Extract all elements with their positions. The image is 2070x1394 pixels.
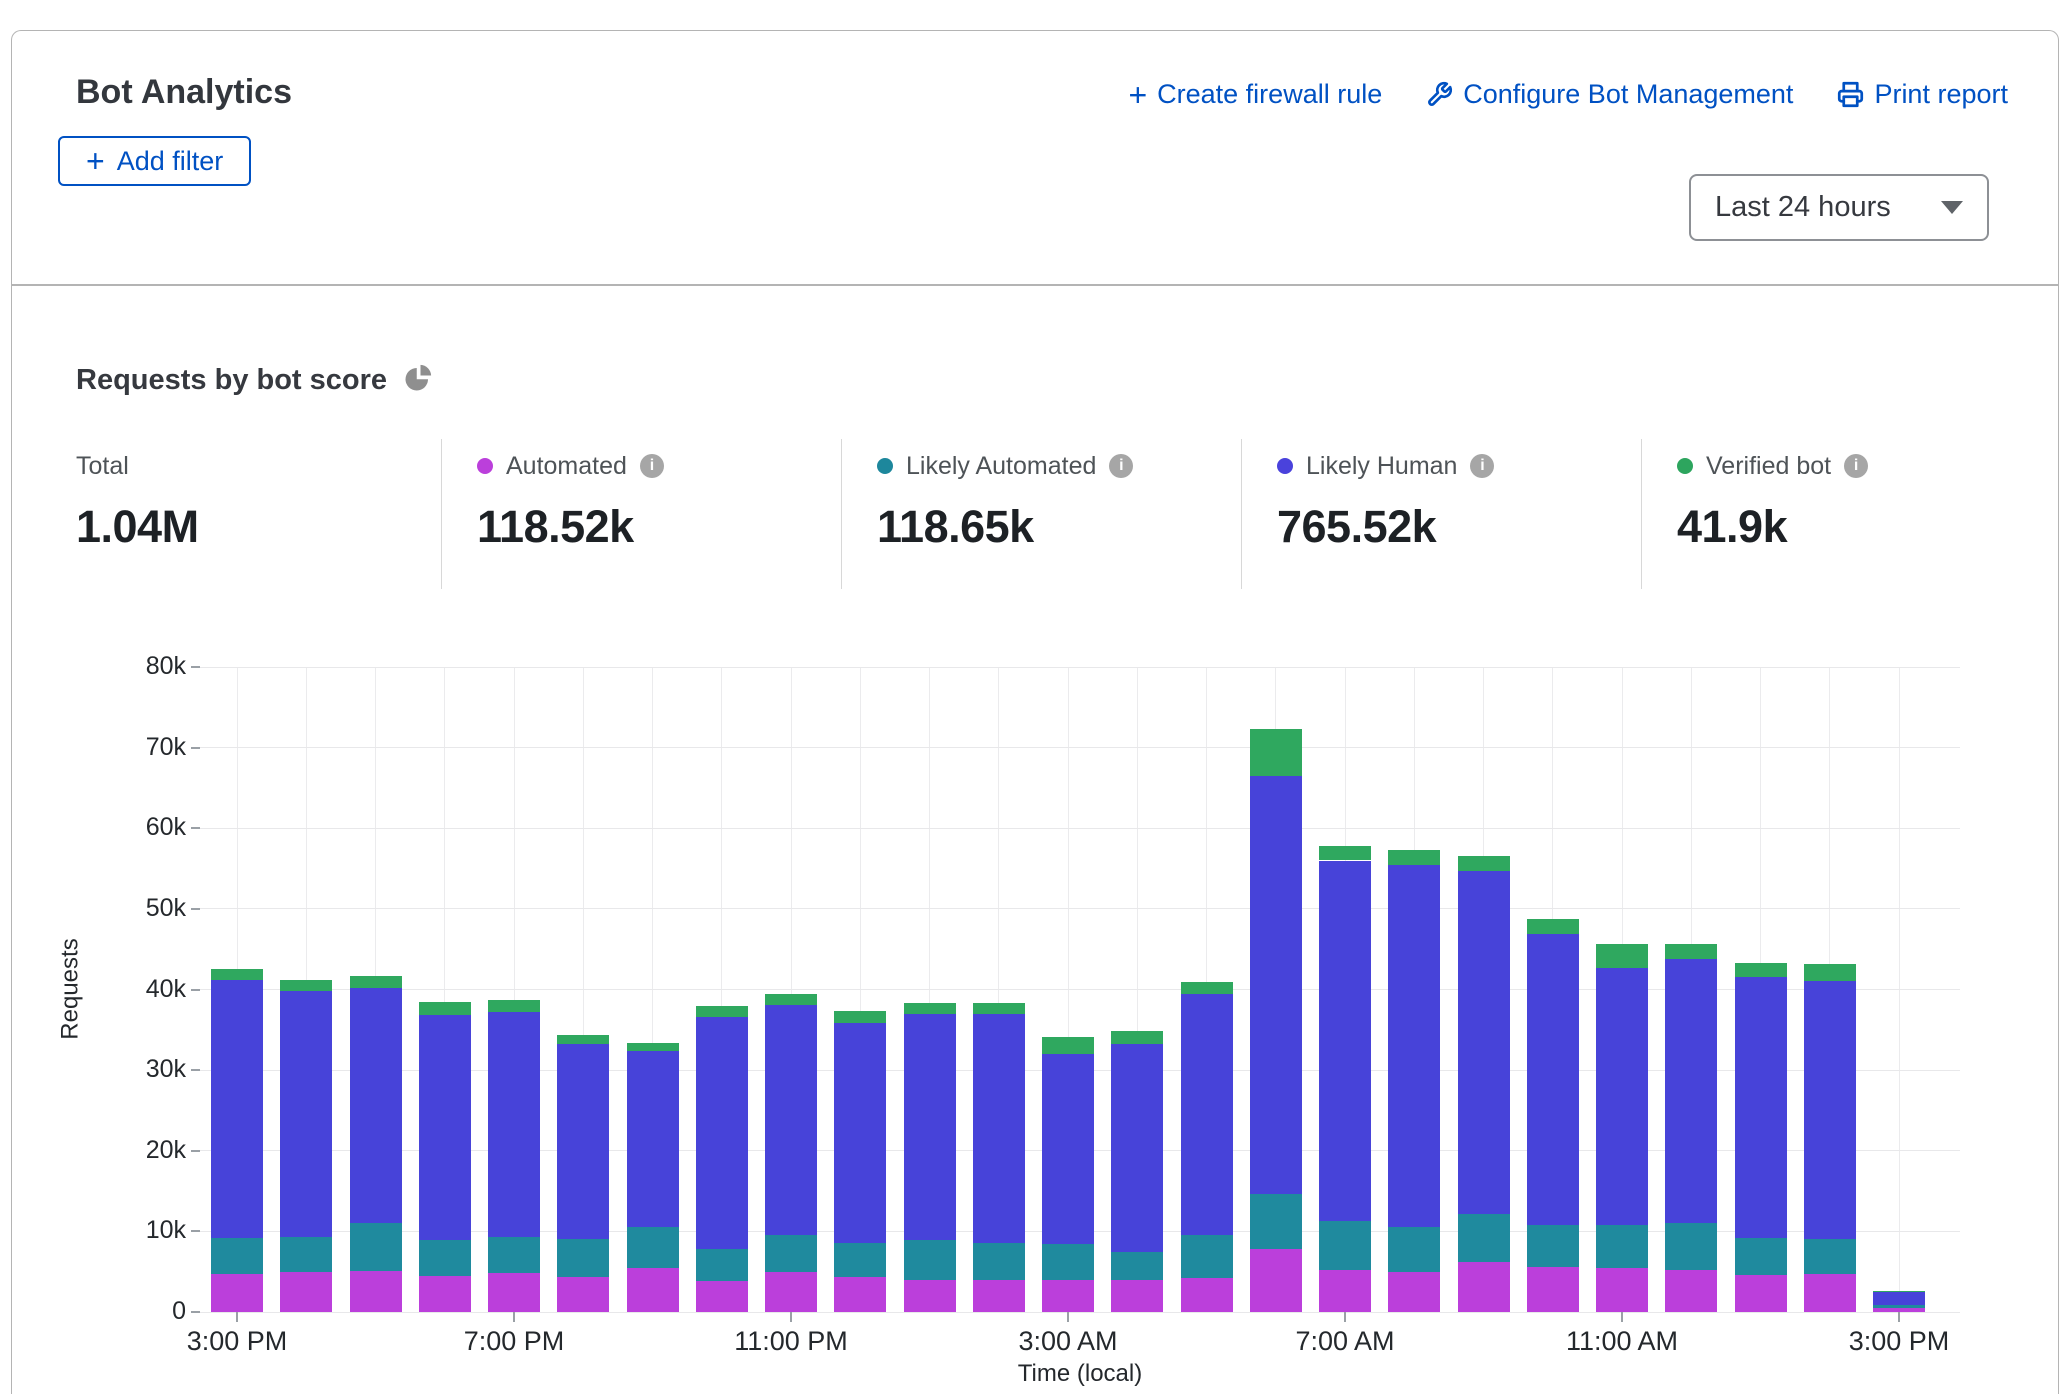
stat-verified-bot-label: Verified bot: [1706, 452, 1831, 481]
configure-bot-management-label: Configure Bot Management: [1463, 79, 1793, 110]
header-divider: [12, 284, 2058, 286]
chevron-down-icon: [1941, 201, 1963, 214]
plus-icon: +: [86, 148, 105, 174]
add-filter-label: Add filter: [117, 146, 224, 177]
create-firewall-rule-label: Create firewall rule: [1157, 79, 1382, 110]
likely-human-legend-dot: [1277, 458, 1293, 474]
print-report-label: Print report: [1874, 79, 2008, 110]
print-report-link[interactable]: Print report: [1837, 79, 2008, 110]
time-range-value: Last 24 hours: [1715, 191, 1891, 224]
time-range-select[interactable]: Last 24 hours: [1689, 174, 1989, 241]
analytics-card: Bot Analytics + Create firewall rule Con…: [11, 30, 2059, 1394]
wrench-icon: [1426, 81, 1453, 108]
stat-automated-label: Automated: [506, 452, 627, 481]
section-title-row: Requests by bot score: [76, 363, 433, 398]
stat-verified-bot[interactable]: Verified bot i 41.9k: [1641, 439, 2041, 589]
stat-automated[interactable]: Automated i 118.52k: [441, 439, 841, 589]
stat-likely-human-value: 765.52k: [1277, 501, 1641, 553]
stat-likely-automated-value: 118.65k: [877, 501, 1241, 553]
info-icon[interactable]: i: [1844, 454, 1868, 478]
verified-bot-legend-dot: [1677, 458, 1693, 474]
stat-total-label: Total: [76, 452, 129, 481]
stat-likely-automated-label: Likely Automated: [906, 452, 1096, 481]
stat-verified-bot-value: 41.9k: [1677, 501, 2041, 553]
stat-total: Total 1.04M: [76, 439, 441, 589]
likely-automated-legend-dot: [877, 458, 893, 474]
bot-analytics-page: Bot Analytics + Create firewall rule Con…: [0, 0, 2070, 1394]
section-title: Requests by bot score: [76, 364, 387, 397]
stat-total-value: 1.04M: [76, 501, 441, 553]
automated-legend-dot: [477, 458, 493, 474]
page-title: Bot Analytics: [76, 73, 292, 112]
pie-chart-icon: [403, 363, 433, 398]
stat-likely-human[interactable]: Likely Human i 765.52k: [1241, 439, 1641, 589]
info-icon[interactable]: i: [640, 454, 664, 478]
stat-automated-value: 118.52k: [477, 501, 841, 553]
info-icon[interactable]: i: [1109, 454, 1133, 478]
stat-likely-human-label: Likely Human: [1306, 452, 1457, 481]
printer-icon: [1837, 81, 1864, 108]
stats-row: Total 1.04M Automated i 118.52k Likely A…: [76, 439, 2048, 589]
configure-bot-management-link[interactable]: Configure Bot Management: [1426, 79, 1793, 110]
header-actions: + Create firewall rule Configure Bot Man…: [1128, 79, 2008, 110]
create-firewall-rule-link[interactable]: + Create firewall rule: [1128, 79, 1382, 110]
plus-icon: +: [1128, 82, 1147, 108]
info-icon[interactable]: i: [1470, 454, 1494, 478]
add-filter-button[interactable]: + Add filter: [58, 136, 251, 186]
stat-likely-automated[interactable]: Likely Automated i 118.65k: [841, 439, 1241, 589]
